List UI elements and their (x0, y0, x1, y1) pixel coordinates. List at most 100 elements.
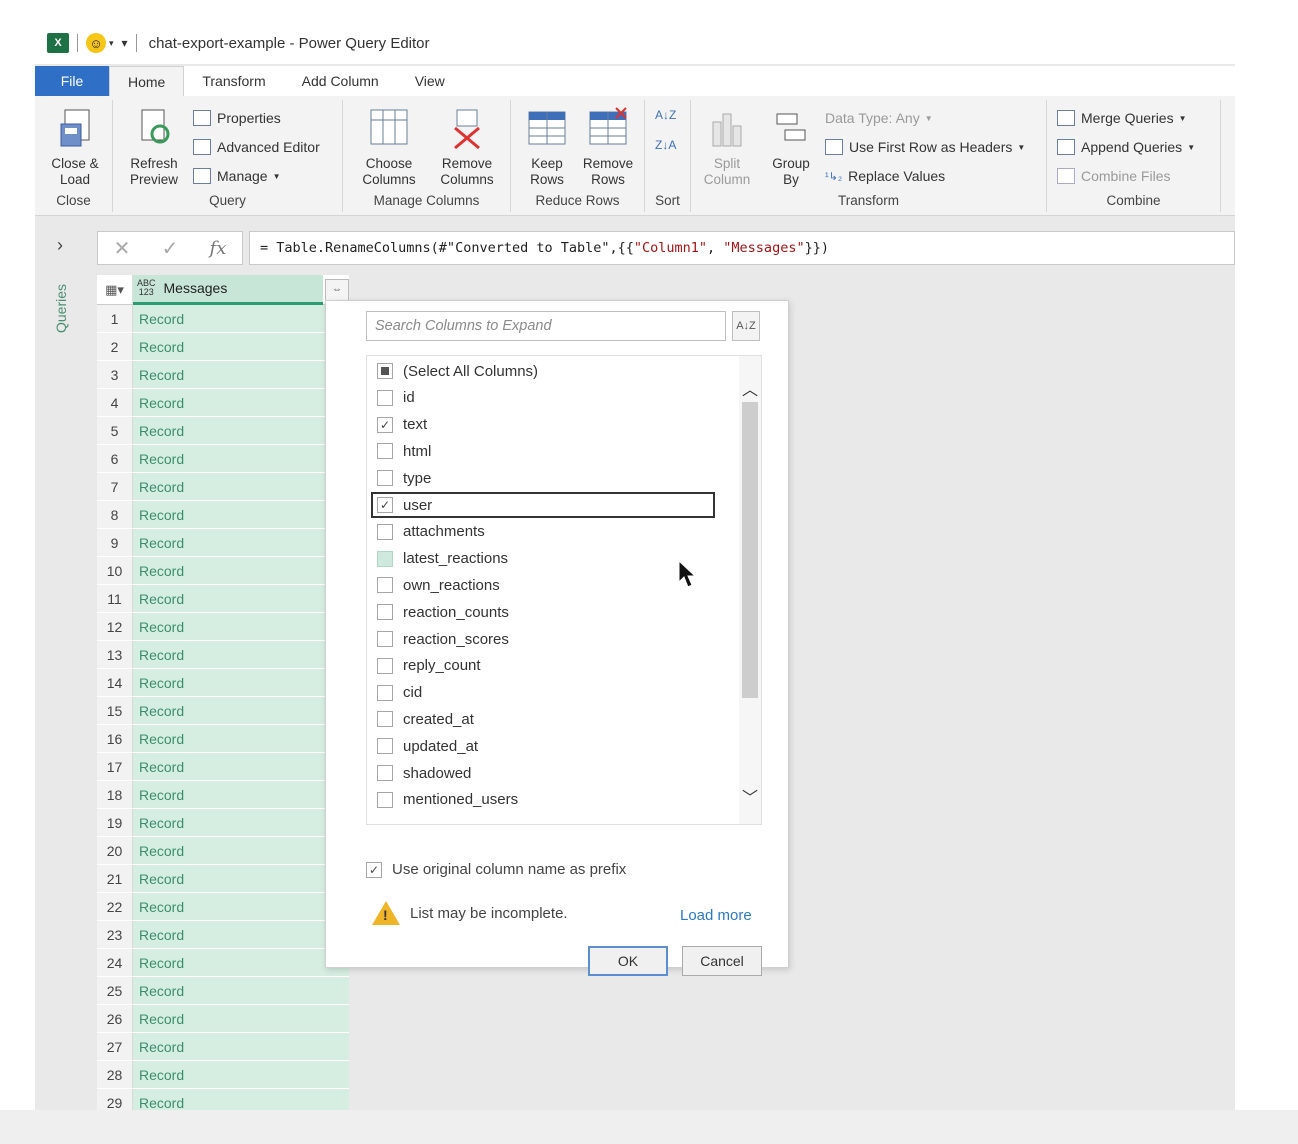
record-cell[interactable]: Record (133, 333, 349, 360)
confirm-formula-icon[interactable]: ✓ (162, 236, 179, 261)
load-more-link[interactable]: Load more (680, 907, 752, 924)
column-option[interactable]: html (377, 438, 431, 464)
append-queries-button[interactable]: Append Queries ▼ (1057, 139, 1195, 155)
tab-file[interactable]: File (35, 66, 109, 96)
tab-transform[interactable]: Transform (184, 66, 283, 96)
use-prefix-option[interactable]: ✓ Use original column name as prefix (366, 861, 626, 878)
table-row[interactable]: 13 Record (97, 641, 349, 669)
group-by-button[interactable]: Group By (763, 106, 819, 188)
row-number[interactable]: 4 (97, 389, 133, 416)
tab-home[interactable]: Home (109, 66, 185, 96)
column-option[interactable]: cid (377, 680, 422, 706)
row-number[interactable]: 19 (97, 809, 133, 836)
column-option[interactable]: ✓ text (377, 412, 427, 438)
column-option[interactable]: reaction_counts (377, 599, 509, 625)
record-cell[interactable]: Record (133, 305, 349, 332)
record-cell[interactable]: Record (133, 641, 349, 668)
row-number[interactable]: 18 (97, 781, 133, 808)
table-row[interactable]: 19 Record (97, 809, 349, 837)
record-cell[interactable]: Record (133, 781, 349, 808)
feedback-smiley-icon[interactable]: ☺ (86, 33, 106, 53)
table-row[interactable]: 12 Record (97, 613, 349, 641)
chevron-down-icon[interactable]: ﹀ (742, 784, 758, 808)
column-checkbox[interactable]: ✓ (377, 497, 393, 513)
column-checkbox[interactable] (377, 550, 393, 567)
row-number[interactable]: 21 (97, 865, 133, 892)
column-checkbox[interactable] (377, 791, 393, 808)
column-option[interactable]: id (377, 385, 415, 411)
row-number[interactable]: 27 (97, 1033, 133, 1060)
record-cell[interactable]: Record (133, 865, 349, 892)
column-checkbox[interactable]: ✓ (377, 416, 393, 433)
combine-files-button[interactable]: Combine Files (1057, 168, 1170, 184)
tab-add-column[interactable]: Add Column (284, 66, 397, 96)
column-option[interactable]: (Select All Columns) (377, 358, 538, 384)
column-option[interactable]: own_reactions (377, 572, 500, 598)
column-option[interactable]: latest_reactions (377, 546, 508, 572)
row-number[interactable]: 10 (97, 557, 133, 584)
table-row[interactable]: 18 Record (97, 781, 349, 809)
scrollbar-thumb[interactable] (742, 402, 758, 698)
table-row[interactable]: 27 Record (97, 1033, 349, 1061)
remove-rows-button[interactable]: Remove Rows (577, 106, 639, 188)
expand-column-icon[interactable]: ⇔ (325, 278, 349, 301)
row-number[interactable]: 17 (97, 753, 133, 780)
record-cell[interactable]: Record (133, 585, 349, 612)
ok-button[interactable]: OK (588, 946, 668, 976)
split-column-button[interactable]: Split Column (695, 106, 759, 188)
sort-columns-icon[interactable]: A↓Z (732, 311, 760, 341)
column-checkbox[interactable] (377, 363, 393, 379)
record-cell[interactable]: Record (133, 1061, 349, 1088)
cancel-button[interactable]: Cancel (682, 946, 762, 976)
row-number[interactable]: 7 (97, 473, 133, 500)
data-type-dropdown[interactable]: Data Type: Any ▼ (825, 110, 933, 126)
column-checkbox[interactable] (377, 738, 393, 755)
replace-values-button[interactable]: ¹↳₂ Replace Values (825, 168, 945, 184)
record-cell[interactable]: Record (133, 445, 349, 472)
column-checkbox[interactable] (377, 711, 393, 728)
column-option[interactable]: created_at (377, 706, 474, 732)
formula-input[interactable]: = Table.RenameColumns(#"Converted to Tab… (249, 231, 1235, 265)
column-option[interactable]: mentioned_users (377, 787, 518, 813)
cancel-formula-icon[interactable]: ✕ (114, 236, 131, 261)
table-row[interactable]: 1 Record (97, 305, 349, 333)
advanced-editor-button[interactable]: Advanced Editor (193, 139, 320, 155)
table-row[interactable]: 29 Record (97, 1089, 349, 1110)
record-cell[interactable]: Record (133, 501, 349, 528)
any-type-icon[interactable]: ABC 123 (137, 279, 156, 297)
row-number[interactable]: 3 (97, 361, 133, 388)
table-row[interactable]: 3 Record (97, 361, 349, 389)
sort-descending-icon[interactable]: Z↓A (655, 138, 676, 152)
row-number[interactable]: 20 (97, 837, 133, 864)
row-number[interactable]: 16 (97, 725, 133, 752)
row-number[interactable]: 22 (97, 893, 133, 920)
tab-view[interactable]: View (397, 66, 463, 96)
record-cell[interactable]: Record (133, 417, 349, 444)
row-number[interactable]: 14 (97, 669, 133, 696)
column-option[interactable]: attachments (377, 519, 485, 545)
column-header-messages[interactable]: ABC 123 Messages (133, 274, 323, 305)
fx-icon[interactable]: fx (210, 238, 227, 259)
record-cell[interactable]: Record (133, 753, 349, 780)
list-scrollbar[interactable]: ︿ ﹀ (739, 356, 761, 824)
table-row[interactable]: 4 Record (97, 389, 349, 417)
record-cell[interactable]: Record (133, 1005, 349, 1032)
row-number[interactable]: 5 (97, 417, 133, 444)
row-number[interactable]: 13 (97, 641, 133, 668)
row-number[interactable]: 23 (97, 921, 133, 948)
table-row[interactable]: 16 Record (97, 725, 349, 753)
row-number[interactable]: 9 (97, 529, 133, 556)
record-cell[interactable]: Record (133, 529, 349, 556)
merge-queries-button[interactable]: Merge Queries ▼ (1057, 110, 1187, 126)
row-number[interactable]: 29 (97, 1089, 133, 1110)
queries-pane-collapsed[interactable]: Queries (35, 275, 93, 1110)
record-cell[interactable]: Record (133, 837, 349, 864)
table-menu-icon[interactable]: ▦▾ (97, 274, 133, 305)
table-row[interactable]: 2 Record (97, 333, 349, 361)
record-cell[interactable]: Record (133, 977, 349, 1004)
table-row[interactable]: 9 Record (97, 529, 349, 557)
column-checkbox[interactable] (377, 684, 393, 701)
row-number[interactable]: 25 (97, 977, 133, 1004)
refresh-preview-button[interactable]: Refresh Preview (119, 106, 189, 188)
record-cell[interactable]: Record (133, 557, 349, 584)
